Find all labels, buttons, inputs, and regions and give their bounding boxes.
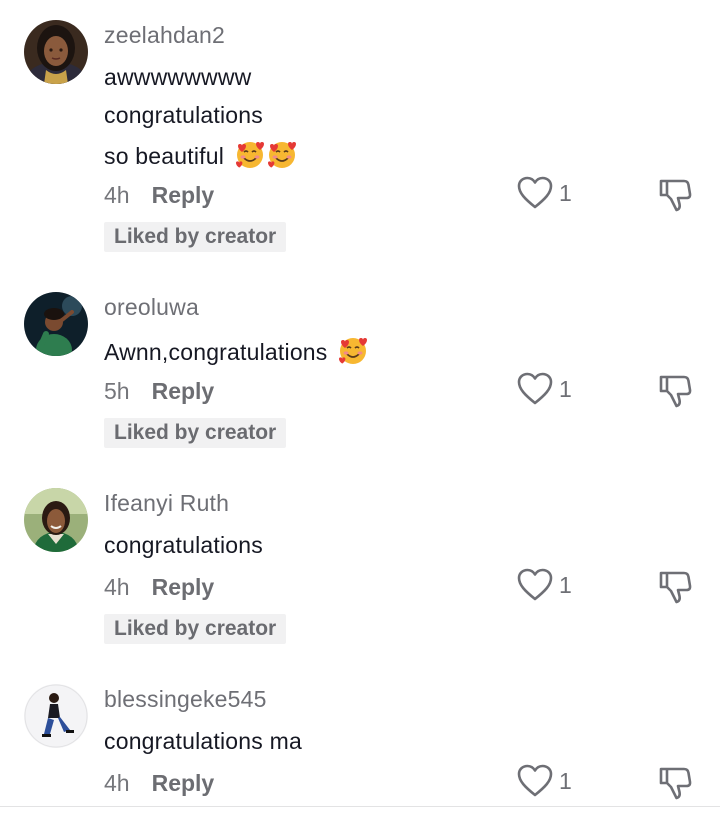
avatar[interactable]: [24, 684, 88, 748]
comment-text-line: congratulations: [104, 102, 263, 129]
smiling-face-with-hearts-icon: [235, 142, 264, 168]
like-button[interactable]: 1: [517, 764, 587, 804]
comment-username[interactable]: Ifeanyi Ruth: [104, 490, 229, 517]
comment-timestamp: 5h: [104, 378, 130, 404]
like-count: 1: [559, 572, 572, 598]
liked-by-creator-badge: Liked by creator: [104, 418, 287, 448]
comment-text-line: Awnn,congratulations: [104, 336, 368, 366]
comment-timestamp: 4h: [104, 770, 130, 796]
comment-username[interactable]: blessingeke545: [104, 686, 267, 713]
heart-outline-icon: [517, 568, 553, 601]
comment-username[interactable]: zeelahdan2: [104, 22, 225, 49]
comment-text-line: so beautiful: [104, 140, 297, 170]
liked-by-creator-badge: Liked by creator: [104, 222, 287, 252]
like-count: 1: [559, 376, 572, 402]
liked-by-creator-badge: Liked by creator: [104, 614, 287, 644]
avatar[interactable]: [24, 20, 88, 84]
like-button[interactable]: 1: [517, 568, 587, 608]
comment-text: congratulations: [104, 102, 263, 128]
like-count: 1: [559, 768, 572, 794]
dislike-button[interactable]: [658, 764, 694, 804]
reply-button[interactable]: Reply: [152, 182, 215, 208]
thumbs-down-outline-icon: [659, 571, 692, 604]
comment-username[interactable]: oreoluwa: [104, 294, 199, 321]
dislike-button[interactable]: [658, 372, 694, 412]
comment-meta: 4h Reply: [104, 574, 214, 601]
smiling-face-with-hearts-icon: [267, 142, 296, 168]
avatar[interactable]: [24, 488, 88, 552]
like-count: 1: [559, 180, 572, 206]
smiling-face-with-hearts-icon: [339, 338, 368, 364]
comment-item: zeelahdan2 awwwwwwww congratulations so …: [0, 0, 720, 270]
dislike-button[interactable]: [658, 568, 694, 608]
heart-outline-icon: [517, 176, 553, 209]
reply-button[interactable]: Reply: [152, 378, 215, 404]
comment-meta: 4h Reply: [104, 182, 214, 209]
reply-button[interactable]: Reply: [152, 574, 215, 600]
heart-outline-icon: [517, 372, 553, 405]
like-button[interactable]: 1: [517, 372, 587, 412]
comment-text-line: congratulations: [104, 532, 263, 558]
comment-text-line: congratulations ma: [104, 728, 302, 754]
dislike-button[interactable]: [658, 176, 694, 216]
comment-meta: 5h Reply: [104, 378, 214, 405]
comment-text: so beautiful: [104, 143, 225, 169]
avatar[interactable]: [24, 292, 88, 356]
thumbs-down-outline-icon: [659, 375, 692, 408]
thumbs-down-outline-icon: [659, 179, 692, 212]
heart-outline-icon: [517, 764, 553, 797]
divider: [0, 806, 720, 807]
thumbs-down-outline-icon: [659, 767, 692, 800]
comment-timestamp: 4h: [104, 182, 130, 208]
comment-item: blessingeke545 congratulations ma 4h Repl…: [0, 662, 720, 806]
reply-button[interactable]: Reply: [152, 770, 215, 796]
comment-item: oreoluwa Awnn,congratulations 5h Reply Li…: [0, 270, 720, 466]
comment-text-line: awwwwwwww: [104, 64, 252, 90]
like-button[interactable]: 1: [517, 176, 587, 216]
comment-text: Awnn,congratulations: [104, 339, 328, 365]
comment-meta: 4h Reply: [104, 770, 214, 797]
comment-timestamp: 4h: [104, 574, 130, 600]
comment-item: Ifeanyi Ruth congratulations 4h Reply Lik…: [0, 466, 720, 662]
